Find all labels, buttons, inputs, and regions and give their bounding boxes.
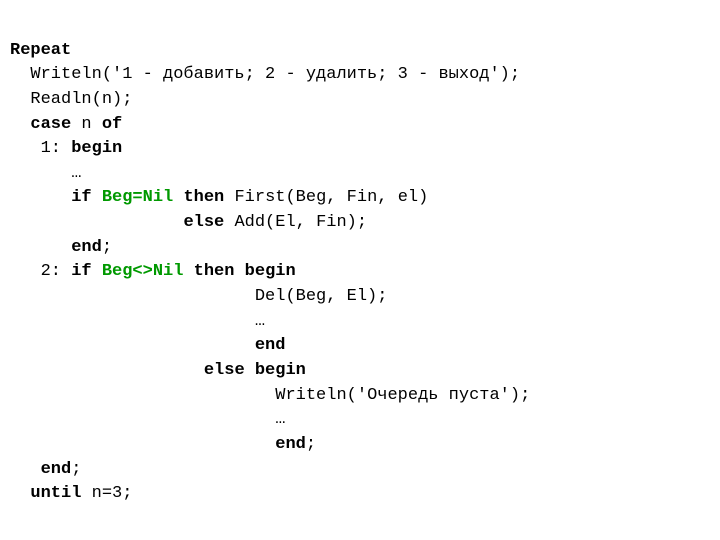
case1-label: 1: xyxy=(10,139,71,158)
kw-then-2: then xyxy=(194,262,235,281)
kw-until: until xyxy=(30,484,81,503)
until-cond: n=3; xyxy=(81,484,132,503)
dots3-indent xyxy=(10,410,275,429)
end3-sc: ; xyxy=(306,435,316,454)
dots2-indent xyxy=(10,312,255,331)
indent-case xyxy=(10,115,30,134)
kw-begin-3: begin xyxy=(255,361,306,380)
line-writeln-empty: Writeln('Очередь пуста'); xyxy=(275,386,530,405)
endcase-sc: ; xyxy=(71,460,81,479)
kw-case: case xyxy=(30,115,71,134)
del-indent xyxy=(10,287,255,306)
call-add: Add(El, Fin); xyxy=(224,213,367,232)
kw-begin-2: begin xyxy=(245,262,296,281)
kw-else-1: else xyxy=(183,213,224,232)
cond-beg-ne-nil: Beg<>Nil xyxy=(92,262,194,281)
line-readln: Readln(n); xyxy=(10,90,132,109)
else1-indent xyxy=(10,213,183,232)
end3-indent xyxy=(10,435,275,454)
begin2-sp xyxy=(234,262,244,281)
ellipsis-2: … xyxy=(255,312,265,331)
ellipsis-1: … xyxy=(10,164,81,183)
kw-repeat: Repeat xyxy=(10,41,71,60)
wr2-indent xyxy=(10,386,275,405)
kw-then-1: then xyxy=(183,188,224,207)
endcase-indent xyxy=(10,460,41,479)
case-var: n xyxy=(71,115,102,134)
call-first: First(Beg, Fin, el) xyxy=(224,188,428,207)
kw-of: of xyxy=(102,115,122,134)
kw-end-3: end xyxy=(275,435,306,454)
if1-indent xyxy=(10,188,71,207)
line-writeln-menu: Writeln('1 - добавить; 2 - удалить; 3 - … xyxy=(10,65,520,84)
kw-end-2: end xyxy=(255,336,286,355)
until-indent xyxy=(10,484,30,503)
ellipsis-3: … xyxy=(275,410,285,429)
kw-end-1: end xyxy=(71,238,102,257)
call-del: Del(Beg, El); xyxy=(255,287,388,306)
end1-sc: ; xyxy=(102,238,112,257)
kw-if-1: if xyxy=(71,188,91,207)
kw-end-case: end xyxy=(41,460,72,479)
cond-beg-eq-nil: Beg=Nil xyxy=(92,188,184,207)
kw-if-2: if xyxy=(71,262,91,281)
else2-indent xyxy=(10,361,204,380)
end1-indent xyxy=(10,238,71,257)
kw-begin-1: begin xyxy=(71,139,122,158)
begin3-sp xyxy=(245,361,255,380)
code-block: Repeat Writeln('1 - добавить; 2 - удалит… xyxy=(0,0,720,517)
end2-indent xyxy=(10,336,255,355)
kw-else-2: else xyxy=(204,361,245,380)
case2-label: 2: xyxy=(10,262,71,281)
